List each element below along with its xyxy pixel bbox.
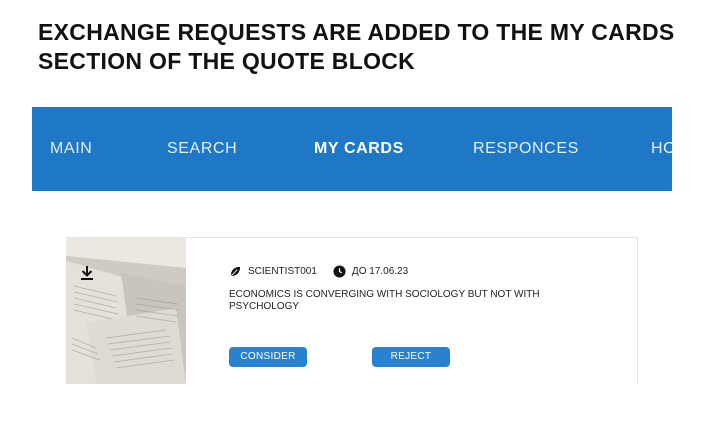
nav-item-search[interactable]: SEARCH — [167, 107, 237, 191]
reject-button[interactable]: REJECT — [372, 347, 450, 367]
clock-icon — [333, 264, 346, 278]
author-name: SCIENTIST001 — [248, 265, 317, 277]
main-navbar: MAIN SEARCH MY CARDS RESPONCES HOME — [32, 107, 672, 191]
page-heading: EXCHANGE REQUESTS ARE ADDED TO THE MY CA… — [38, 19, 675, 74]
page: EXCHANGE REQUESTS ARE ADDED TO THE MY CA… — [0, 0, 703, 427]
card-meta: SCIENTIST001 ДО 17.06.23 — [229, 264, 408, 278]
nav-item-my-cards[interactable]: MY CARDS — [314, 107, 404, 191]
quote-text: ECONOMICS IS CONVERGING WITH SOCIOLOGY B… — [229, 289, 540, 312]
nav-item-responces[interactable]: RESPONCES — [473, 107, 579, 191]
quote-card: SCIENTIST001 ДО 17.06.23 ECONOMICS IS CO… — [66, 237, 638, 384]
nav-item-home[interactable]: HOME — [651, 107, 672, 191]
leaf-icon — [230, 266, 241, 276]
consider-button[interactable]: CONSIDER — [229, 347, 307, 367]
download-icon[interactable] — [78, 264, 96, 282]
card-thumbnail — [66, 238, 186, 384]
deadline-date: ДО 17.06.23 — [351, 265, 409, 277]
nav-item-main[interactable]: MAIN — [50, 107, 92, 191]
book-pages-image — [66, 238, 186, 384]
